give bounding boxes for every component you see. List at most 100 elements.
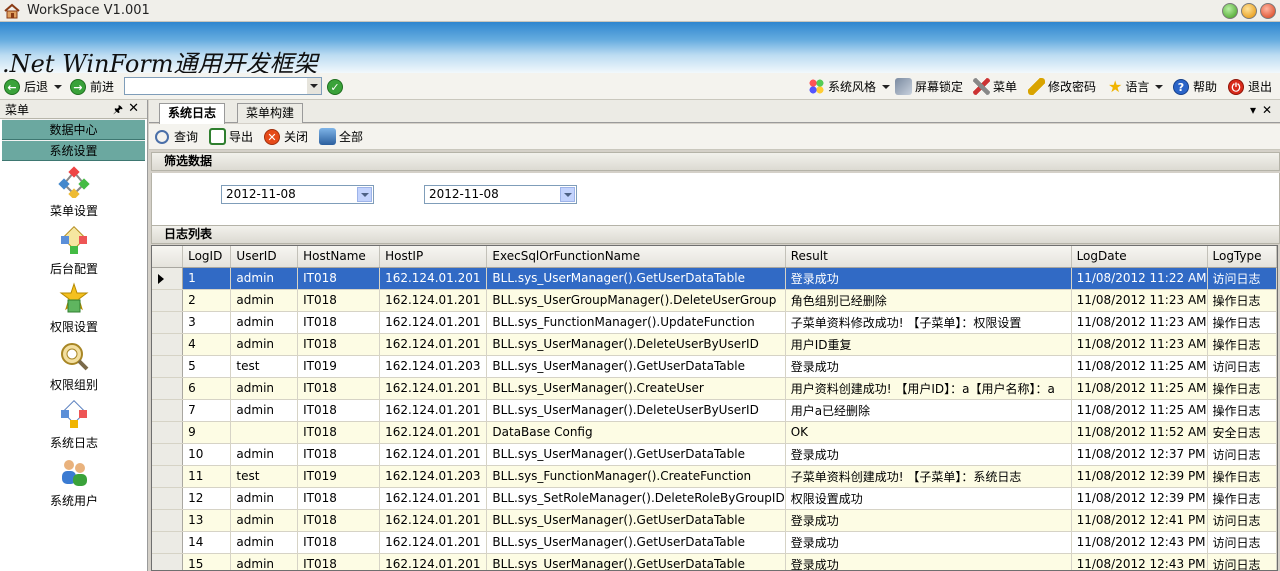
table-cell[interactable]: 11/08/2012 11:25 AM (1071, 355, 1208, 378)
close-window-button[interactable] (1260, 3, 1276, 19)
table-cell[interactable]: 权限设置成功 (785, 487, 1072, 510)
table-row[interactable]: 15 admin IT018 162.124.01.201 BLL.sys_UserMa… (152, 553, 1277, 570)
table-cell[interactable]: 安全日志 (1207, 421, 1277, 444)
table-cell[interactable]: 11/08/2012 11:25 AM (1071, 399, 1208, 422)
address-dropdown-button[interactable] (307, 78, 321, 94)
table-cell[interactable]: BLL.sys_UserManager().GetUserDataTable (486, 531, 786, 554)
column-header[interactable]: LogType (1207, 246, 1277, 268)
date-to-dropdown-icon[interactable] (560, 187, 575, 202)
table-cell[interactable]: admin (230, 531, 299, 554)
table-cell[interactable]: BLL.sys_UserManager().GetUserDataTable (486, 553, 786, 570)
go-button[interactable]: ✓ (327, 77, 347, 96)
query-button[interactable]: 查询 (155, 128, 198, 145)
table-cell[interactable]: 子菜单资料创建成功! 【子菜单】：系统日志 (785, 465, 1072, 488)
table-cell[interactable]: IT018 (297, 553, 381, 570)
sidebar-item-system-log[interactable]: 系统日志 (0, 398, 148, 451)
row-header[interactable] (152, 267, 184, 290)
table-cell[interactable]: 访问日志 (1207, 443, 1277, 466)
table-cell[interactable]: 9 (182, 421, 232, 444)
table-cell[interactable]: test (230, 465, 299, 488)
table-cell[interactable]: 11/08/2012 11:23 AM (1071, 333, 1208, 356)
lock-screen-button[interactable]: 屏幕锁定 (895, 77, 963, 96)
table-cell[interactable]: IT019 (297, 355, 381, 378)
table-cell[interactable]: 11/08/2012 12:43 PM (1071, 531, 1208, 554)
row-header[interactable] (152, 443, 184, 466)
table-cell[interactable]: 用户ID重复 (785, 333, 1072, 356)
language-button[interactable]: ★ 语言 (1108, 77, 1164, 96)
table-cell[interactable]: 11/08/2012 11:23 AM (1071, 311, 1208, 334)
address-combobox[interactable] (124, 77, 322, 95)
table-cell[interactable]: admin (230, 399, 299, 422)
table-cell[interactable]: 登录成功 (785, 531, 1072, 554)
table-cell[interactable]: admin (230, 553, 299, 570)
table-cell[interactable]: 子菜单资料修改成功! 【子菜单】：权限设置 (785, 311, 1072, 334)
column-header[interactable]: LogDate (1071, 246, 1208, 268)
sidebar-item-permission-settings[interactable]: 权限设置 (0, 282, 148, 335)
table-cell[interactable]: 登录成功 (785, 553, 1072, 570)
date-from-dropdown-icon[interactable] (357, 187, 372, 202)
table-cell[interactable]: 11 (182, 465, 232, 488)
forward-button[interactable]: → 前进 (70, 77, 114, 96)
table-cell[interactable]: BLL.sys_UserManager().GetUserDataTable (486, 355, 786, 378)
table-row[interactable]: 14 admin IT018 162.124.01.201 BLL.sys_UserMa… (152, 531, 1277, 554)
back-button[interactable]: ← 后退 (4, 77, 63, 96)
help-button[interactable]: ? 帮助 (1173, 77, 1217, 96)
table-cell[interactable] (230, 421, 299, 444)
pin-icon[interactable]: 🖈 (113, 101, 123, 120)
table-cell[interactable]: 5 (182, 355, 232, 378)
table-cell[interactable]: 访问日志 (1207, 267, 1277, 290)
table-cell[interactable]: 162.124.01.201 (379, 267, 488, 290)
all-button[interactable]: 全部 (319, 128, 363, 145)
table-cell[interactable]: 13 (182, 509, 232, 532)
column-header[interactable]: LogID (182, 246, 232, 268)
table-cell[interactable]: BLL.sys_UserManager().DeleteUserByUserID (486, 333, 786, 356)
change-password-button[interactable]: 修改密码 (1028, 77, 1096, 96)
table-cell[interactable]: 11/08/2012 11:22 AM (1071, 267, 1208, 290)
table-cell[interactable]: 登录成功 (785, 509, 1072, 532)
table-cell[interactable]: admin (230, 289, 299, 312)
table-cell[interactable]: admin (230, 311, 299, 334)
column-header[interactable]: ExecSqlOrFunctionName (486, 246, 786, 268)
sidebar-item-system-users[interactable]: 系统用户 (0, 456, 148, 509)
table-cell[interactable]: BLL.sys_UserManager().CreateUser (486, 377, 786, 400)
table-cell[interactable]: 登录成功 (785, 355, 1072, 378)
table-cell[interactable]: 操作日志 (1207, 289, 1277, 312)
table-cell[interactable]: 操作日志 (1207, 465, 1277, 488)
date-from-picker[interactable]: 2012-11-08 (221, 185, 374, 204)
table-cell[interactable]: IT018 (297, 377, 381, 400)
table-cell[interactable]: OK (785, 421, 1072, 444)
table-cell[interactable]: 操作日志 (1207, 311, 1277, 334)
maximize-button[interactable] (1241, 3, 1257, 19)
table-cell[interactable]: admin (230, 443, 299, 466)
table-cell[interactable]: IT018 (297, 289, 381, 312)
menu-tool-button[interactable]: 菜单 (973, 77, 1017, 96)
row-header[interactable] (152, 531, 184, 554)
table-cell[interactable]: 访问日志 (1207, 553, 1277, 570)
table-row[interactable]: 3 admin IT018 162.124.01.201 BLL.sys_Functio… (152, 311, 1277, 334)
table-cell[interactable]: IT018 (297, 531, 381, 554)
table-cell[interactable]: 11/08/2012 11:23 AM (1071, 289, 1208, 312)
tab-close-icon[interactable]: ✕ (1262, 103, 1272, 117)
table-cell[interactable]: IT019 (297, 465, 381, 488)
column-header[interactable]: Result (785, 246, 1072, 268)
row-header[interactable] (152, 509, 184, 532)
category-system-settings[interactable]: 系统设置 (2, 140, 145, 161)
table-cell[interactable]: 操作日志 (1207, 487, 1277, 510)
table-cell[interactable]: 11/08/2012 12:39 PM (1071, 487, 1208, 510)
table-cell[interactable]: admin (230, 509, 299, 532)
table-cell[interactable]: IT018 (297, 399, 381, 422)
column-header[interactable]: HostIP (379, 246, 488, 268)
table-cell[interactable]: 6 (182, 377, 232, 400)
table-cell[interactable]: IT018 (297, 333, 381, 356)
table-cell[interactable]: IT018 (297, 443, 381, 466)
close-button[interactable]: ✕ 关闭 (264, 128, 308, 145)
table-row[interactable]: 1 admin IT018 162.124.01.201 BLL.sys_UserMan… (152, 267, 1277, 290)
table-row[interactable]: 10 admin IT018 162.124.01.201 BLL.sys_UserMa… (152, 443, 1277, 466)
table-cell[interactable]: 162.124.01.201 (379, 399, 488, 422)
table-cell[interactable]: IT018 (297, 311, 381, 334)
table-cell[interactable]: IT018 (297, 509, 381, 532)
exit-button[interactable]: ⏻ 退出 (1228, 77, 1272, 96)
back-dropdown-icon[interactable] (54, 84, 63, 89)
table-cell[interactable]: 11/08/2012 12:39 PM (1071, 465, 1208, 488)
table-cell[interactable]: admin (230, 487, 299, 510)
